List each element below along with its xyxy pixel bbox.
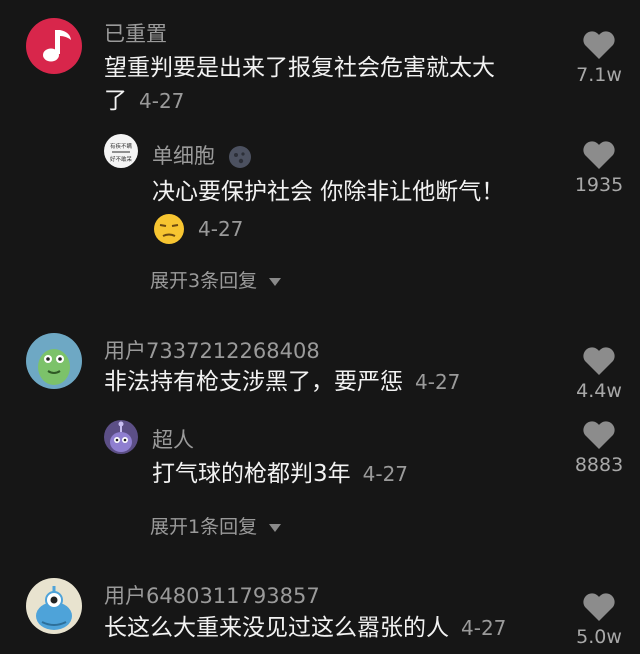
reply-meta: 4-27: [152, 212, 243, 246]
comment-text: 非法持有枪支涉黑了，要严惩 4-27: [104, 366, 460, 399]
heart-icon: [583, 31, 615, 59]
avatar[interactable]: [26, 333, 82, 389]
like-count: 5.0w: [576, 626, 622, 648]
comment-date: 4-27: [415, 370, 461, 394]
meme-text-avatar: 有疾不瞒 好不敢呆: [110, 142, 133, 163]
reply-username[interactable]: 超人: [152, 424, 194, 454]
heart-icon: [583, 347, 615, 375]
reply-text: 决心要保护社会 你除非让他断气！: [152, 179, 505, 205]
unamused-face-icon: [154, 214, 184, 244]
like-count: 7.1w: [576, 64, 622, 86]
chevron-down-icon: [269, 277, 282, 286]
comment-username[interactable]: 已重置: [104, 18, 167, 48]
comment-date: 4-27: [461, 616, 507, 640]
reply-username[interactable]: 单细胞: [152, 140, 252, 170]
comment-date: 4-27: [139, 89, 185, 113]
reply-avatar[interactable]: [104, 420, 138, 454]
expand-replies-label: 展开3条回复: [150, 270, 258, 292]
like-count: 8883: [574, 454, 624, 476]
reply-avatar[interactable]: 有疾不瞒 好不敢呆: [104, 134, 138, 168]
like-button[interactable]: 7.1w: [564, 30, 634, 86]
expand-replies-button[interactable]: 展开3条回复: [150, 266, 282, 293]
like-button[interactable]: 5.0w: [564, 592, 634, 648]
avatar[interactable]: [26, 578, 82, 634]
like-button[interactable]: 1935: [564, 140, 634, 196]
moon-face-icon: [228, 146, 251, 168]
avatar-text: 好不敢呆: [110, 155, 133, 163]
avatar[interactable]: [26, 18, 82, 74]
heart-icon: [583, 141, 615, 169]
green-blob-icon: [38, 349, 70, 385]
music-note-icon: [43, 30, 71, 62]
comment-text-content: 非法持有枪支涉黑了，要严惩: [104, 369, 403, 395]
reply-text-content: 打气球的枪都判3年: [152, 461, 351, 487]
reply-date: 4-27: [198, 216, 244, 241]
heart-icon: [583, 593, 615, 621]
blue-alien-icon: [36, 586, 72, 630]
chevron-down-icon: [269, 523, 282, 532]
comment-text: 长这么大重来没见过这么嚣张的人 4-27: [104, 612, 506, 645]
heart-icon: [583, 421, 615, 449]
comment-text-continuation: 了: [104, 88, 127, 114]
like-count: 1935: [574, 174, 624, 196]
comment-text-line: 了 4-27: [104, 85, 495, 118]
like-count: 4.4w: [576, 380, 622, 402]
reply-text: 打气球的枪都判3年 4-27: [152, 458, 408, 491]
comment-username[interactable]: 用户7337212268408: [104, 335, 320, 365]
expand-replies-label: 展开1条回复: [150, 516, 258, 538]
purple-monster-icon: [110, 421, 132, 452]
expand-replies-button[interactable]: 展开1条回复: [150, 512, 282, 539]
like-button[interactable]: 8883: [564, 420, 634, 476]
reply-username-text: 单细胞: [152, 144, 215, 168]
like-button[interactable]: 4.4w: [564, 346, 634, 402]
avatar-text: 有疾不瞒: [110, 142, 133, 150]
comment-username[interactable]: 用户6480311793857: [104, 580, 320, 610]
reply-date: 4-27: [362, 462, 409, 486]
comment-text: 望重判要是出来了报复社会危害就太大 了 4-27: [104, 52, 495, 118]
comment-text-line: 望重判要是出来了报复社会危害就太大: [104, 55, 495, 81]
comment-text-content: 长这么大重来没见过这么嚣张的人: [104, 615, 449, 641]
